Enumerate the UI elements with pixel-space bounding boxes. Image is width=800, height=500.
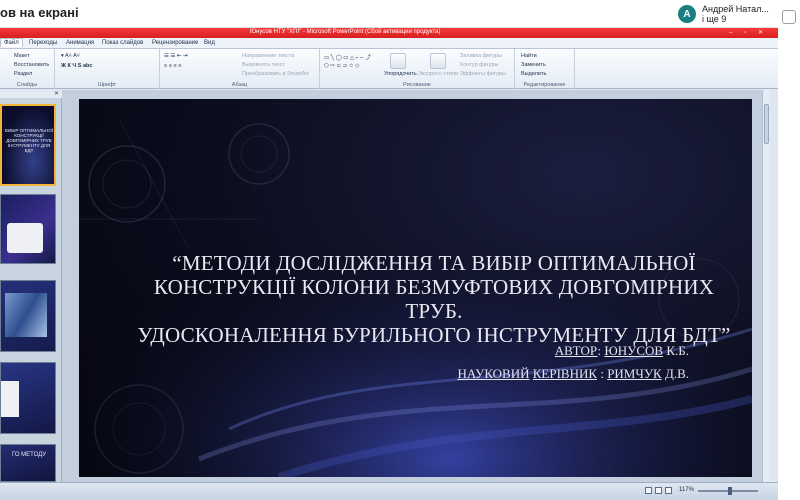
supervisor-initials: Д.В. <box>661 366 689 381</box>
normal-view-icon[interactable] <box>645 487 652 494</box>
font-size-controls-icon[interactable]: ▾ A˄ A˅ <box>61 53 80 59</box>
slide-thumbnail-5[interactable]: ГО МЕТОДУ <box>0 444 56 482</box>
find-button[interactable]: Найти <box>521 53 537 59</box>
group-label: Редактирование <box>523 82 566 88</box>
tab-view[interactable]: Вид <box>204 40 215 46</box>
supervisor-name: РИМЧУК <box>607 366 662 381</box>
status-bar: 117% <box>0 482 778 500</box>
meet-side-panel <box>778 0 800 500</box>
author-initials: К.Б. <box>663 343 689 358</box>
quick-styles-button[interactable]: Экспресс-стили <box>418 71 458 77</box>
layout-button[interactable]: Макет <box>14 53 30 59</box>
zoom-level[interactable]: 117% <box>679 487 694 493</box>
thumbnail-image <box>5 293 47 337</box>
participants-chip[interactable]: А Андрей Натал... і ще 9 <box>678 2 769 26</box>
current-slide[interactable]: “МЕТОДИ ДОСЛІДЖЕННЯ ТА ВИБІР ОПТИМАЛЬНОЇ… <box>79 99 752 477</box>
replace-button[interactable]: Заменить <box>521 62 546 68</box>
screen-share-title: ов на екрані <box>0 5 79 20</box>
author-label: АВТОР <box>554 343 598 358</box>
arrange-icon[interactable] <box>390 53 406 69</box>
window-controls-icon[interactable]: – ▫ ✕ <box>729 29 768 36</box>
arrange-button[interactable]: Упорядочить <box>384 71 417 77</box>
avatar: А <box>678 5 696 23</box>
slide-thumbnails-pane: ✕ ВИБІР ОПТИМАЛЬНОЇ КОНСТРУКЦІЇ ДОВГОМІР… <box>0 90 62 500</box>
author-line[interactable]: АВТОР: ЮНУСОВ К.Б. <box>555 343 689 359</box>
supervisor-line[interactable]: НАУКОВИЙ КЕРІВНИК : РИМЧУК Д.В. <box>457 366 689 382</box>
ribbon-group-paragraph: ☰ ☰ ⇤ ⇥ ≡ ≡ ≡ ≡ Направление текста Выров… <box>160 49 320 89</box>
thumbnails-header: ✕ <box>0 90 62 98</box>
text-direction-button[interactable]: Направление текста <box>242 53 294 59</box>
title-line: “МЕТОДИ ДОСЛІДЖЕННЯ ТА ВИБІР ОПТИМАЛЬНОЇ <box>172 251 696 275</box>
font-style-icons[interactable]: Ж К Ч S abc <box>61 63 92 69</box>
ribbon-group-drawing: ▭ ╲ ◯ ▭ △ ⌐ ⌐ ⤴ ⬠ ⇨ ⊂ ⊃ ☆ ◇ Упорядочить … <box>320 49 515 89</box>
slide-thumbnail-3[interactable] <box>0 280 56 352</box>
sorter-view-icon[interactable] <box>655 487 662 494</box>
align-text-button[interactable]: Выровнять текст <box>242 62 285 68</box>
tab-animation[interactable]: Анимация <box>66 40 94 46</box>
scrollbar-thumb[interactable] <box>764 104 769 144</box>
reading-view-icon[interactable] <box>665 487 672 494</box>
vertical-scrollbar[interactable] <box>762 90 770 482</box>
ppt-window-title: Юнусов НТУ "ХПІ" - Microsoft PowerPoint … <box>250 29 441 35</box>
reset-button[interactable]: Восстановить <box>14 62 49 68</box>
tab-review[interactable]: Рецензирование <box>152 40 198 46</box>
slide-thumbnail-4[interactable] <box>0 362 56 434</box>
tab-file[interactable]: Файл <box>0 38 23 47</box>
ribbon-group-font: ▾ A˄ A˅ Ж К Ч S abc Шрифт <box>55 49 160 89</box>
shape-fill-button[interactable]: Заливка фигуры <box>460 53 502 59</box>
thumbnail-text: ГО МЕТОДУ <box>11 452 47 458</box>
supervisor-sep: : <box>597 366 608 381</box>
group-label: Шрифт <box>97 82 117 88</box>
ppt-title-bar: Юнусов НТУ "ХПІ" - Microsoft PowerPoint … <box>0 28 778 38</box>
tab-transitions[interactable]: Переходы <box>29 40 57 46</box>
supervisor-word2: КЕРІВНИК <box>532 366 598 381</box>
shapes-gallery-row2-icon[interactable]: ⬠ ⇨ ⊂ ⊃ ☆ ◇ <box>324 63 359 69</box>
layout-icon[interactable] <box>782 10 796 24</box>
ribbon-tabs: Файл Переходы Анимация Показ слайдов Рец… <box>0 38 778 49</box>
group-label: Абзац <box>231 82 248 88</box>
thumbnail-card <box>7 223 43 253</box>
participants-text: Андрей Натал... і ще 9 <box>702 4 769 24</box>
quick-styles-icon[interactable] <box>430 53 446 69</box>
author-name: ЮНУСОВ <box>604 343 664 358</box>
ribbon: Макет Восстановить Раздел Слайды ▾ A˄ A˅… <box>0 49 778 89</box>
shapes-gallery-icon[interactable]: ▭ ╲ ◯ ▭ △ ⌐ ⌐ ⤴ <box>324 53 371 61</box>
slide-title[interactable]: “МЕТОДИ ДОСЛІДЖЕННЯ ТА ВИБІР ОПТИМАЛЬНОЇ… <box>129 251 739 347</box>
participant-name: Андрей Натал... <box>702 4 769 14</box>
shape-effects-button[interactable]: Эффекты фигуры <box>460 71 506 77</box>
meet-top-bar: ов на екрані А Андрей Натал... і ще 9 <box>0 0 800 28</box>
zoom-slider-handle[interactable] <box>728 487 732 495</box>
group-label: Рисование <box>403 82 431 88</box>
tab-slideshow[interactable]: Показ слайдов <box>102 40 143 46</box>
thumbnail-card <box>1 381 19 417</box>
ribbon-group-slides: Макет Восстановить Раздел Слайды <box>0 49 55 89</box>
list-icons[interactable]: ☰ ☰ ⇤ ⇥ <box>164 53 188 59</box>
title-line: КОНСТРУКЦІЇ КОЛОНИ БЕЗМУФТОВИХ ДОВГОМІРН… <box>153 275 715 323</box>
shape-outline-button[interactable]: Контур фигуры <box>460 62 498 68</box>
slide-thumbnail-1[interactable]: ВИБІР ОПТИМАЛЬНОЇ КОНСТРУКЦІЇ ДОВГОМІРНИ… <box>0 104 56 186</box>
close-icon[interactable]: ✕ <box>54 90 59 97</box>
group-label: Слайды <box>16 82 38 88</box>
supervisor-word1: НАУКОВИЙ <box>457 366 530 381</box>
align-icons[interactable]: ≡ ≡ ≡ ≡ <box>164 63 181 69</box>
select-button[interactable]: Выделить <box>521 71 546 77</box>
participant-more: і ще 9 <box>702 14 727 24</box>
thumbnail-text: ВИБІР ОПТИМАЛЬНОЇ КОНСТРУКЦІЇ ДОВГОМІРНИ… <box>4 128 54 153</box>
slide-thumbnail-2[interactable] <box>0 194 56 264</box>
ribbon-group-editing: Найти Заменить Выделить Редактирование <box>515 49 575 89</box>
smartart-button[interactable]: Преобразовать в SmartArt <box>242 71 309 77</box>
section-button[interactable]: Раздел <box>14 71 32 77</box>
